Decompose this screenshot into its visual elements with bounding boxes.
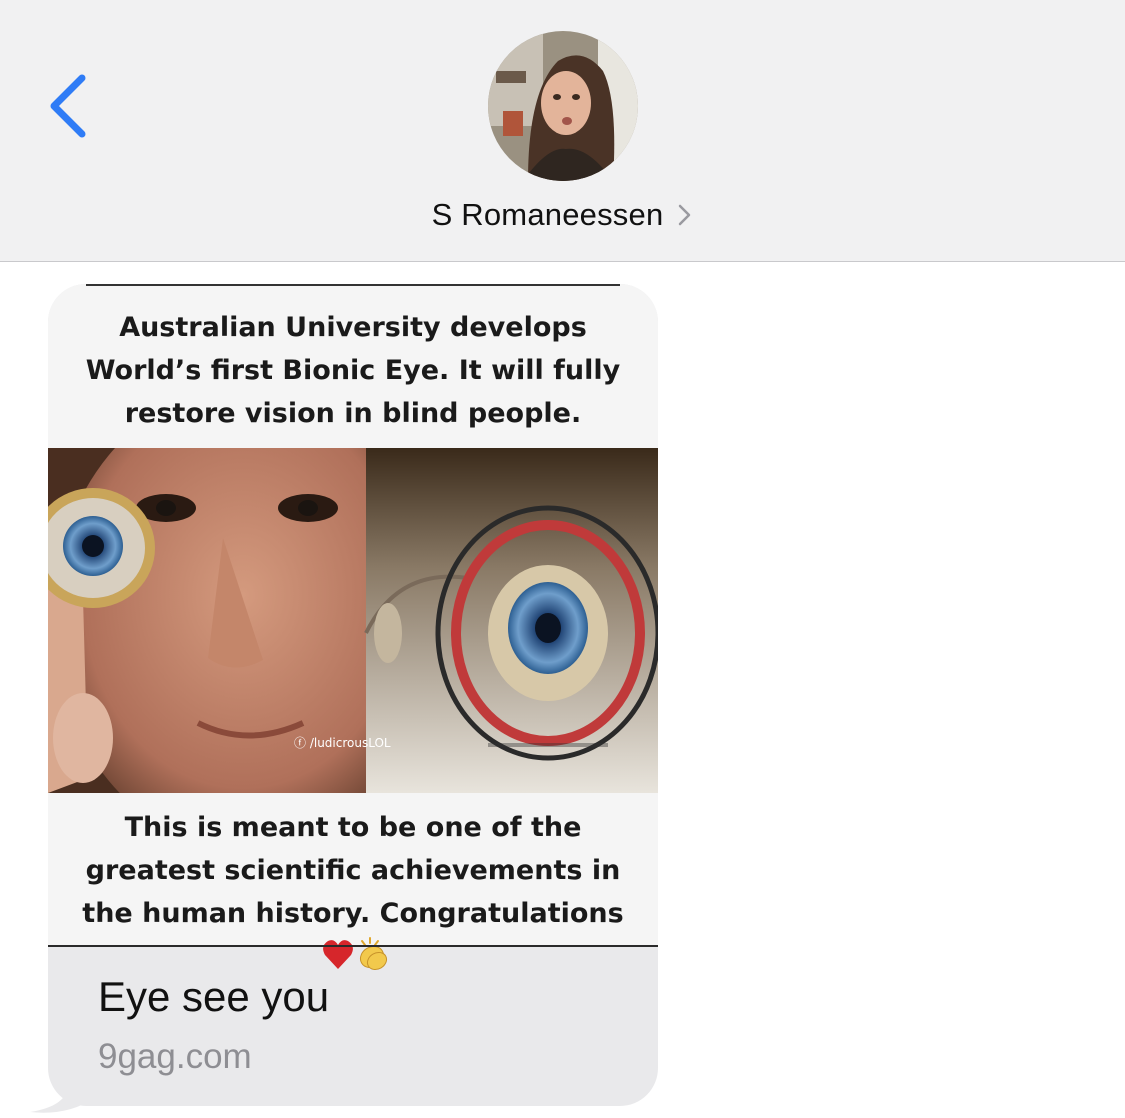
chevron-right-icon bbox=[679, 204, 691, 226]
meme-caption-top: Australian University develops World’s f… bbox=[85, 312, 621, 429]
back-button[interactable] bbox=[40, 70, 100, 142]
chevron-left-icon bbox=[50, 74, 86, 138]
link-title: Eye see you bbox=[98, 973, 330, 1020]
contact-avatar[interactable] bbox=[488, 31, 638, 181]
link-preview[interactable]: Eye see you 9gag.com bbox=[48, 947, 658, 1106]
divider bbox=[86, 284, 620, 286]
meme-image: Australian University develops World’s f… bbox=[48, 284, 658, 971]
caption-bottom-text: This is meant to be one of the greatest … bbox=[82, 812, 624, 929]
avatar-photo bbox=[488, 31, 638, 181]
contact-name: S Romaneessen bbox=[431, 197, 664, 232]
link-domain: 9gag.com bbox=[98, 1037, 252, 1076]
link-message-bubble[interactable]: Australian University develops World’s f… bbox=[48, 284, 658, 1106]
conversation-header: S Romaneessen bbox=[0, 0, 1125, 262]
contact-name-button[interactable]: S Romaneessen bbox=[0, 192, 1125, 238]
watermark-label: ⓕ /ludicrousLOL bbox=[294, 736, 391, 750]
message-bubble-container: Australian University develops World’s f… bbox=[28, 284, 668, 1114]
